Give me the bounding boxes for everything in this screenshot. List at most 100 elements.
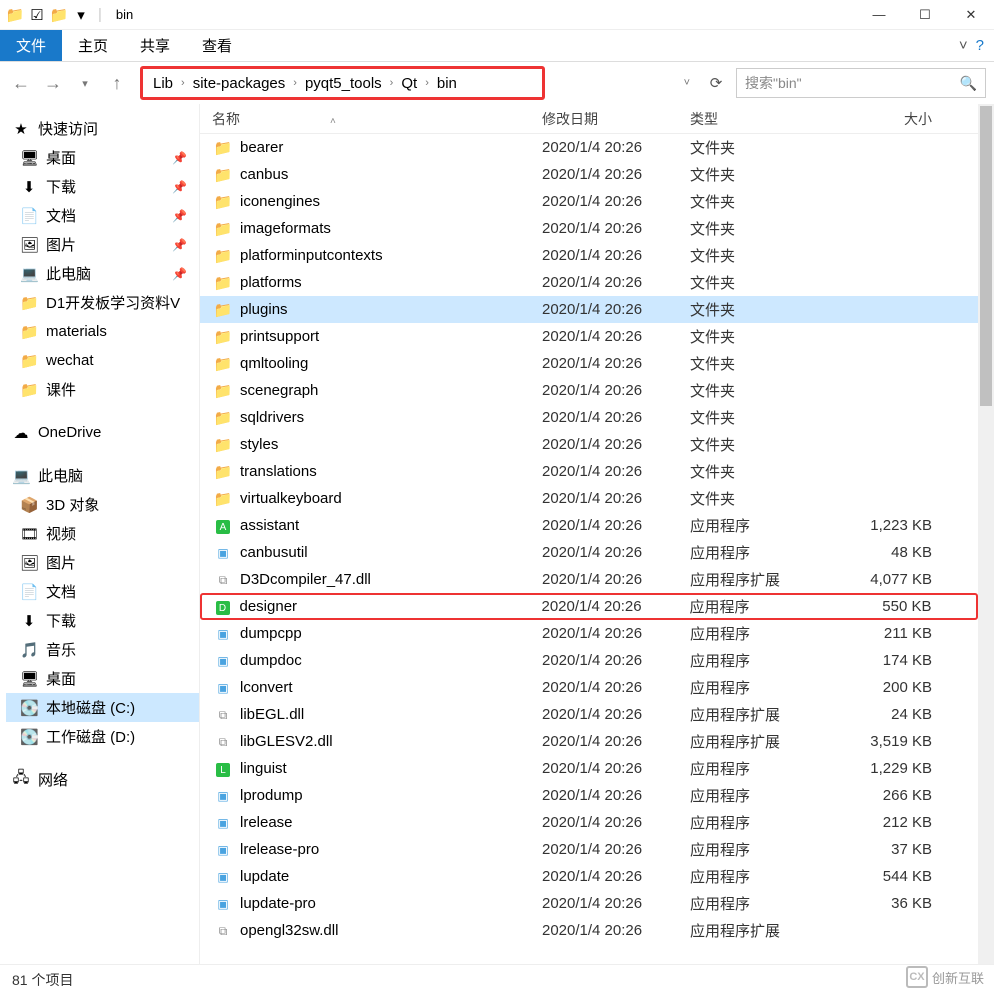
sidebar-item[interactable]: 📁materials	[6, 317, 199, 346]
sidebar-item[interactable]: 📄文档	[6, 577, 199, 606]
table-row[interactable]: ▣dumpdoc2020/1/4 20:26应用程序174 KB	[200, 647, 978, 674]
sidebar-item-icon: 📦	[20, 496, 38, 514]
sidebar-item-icon: ⬇	[20, 612, 38, 630]
qat-check-icon[interactable]: ☑	[28, 6, 46, 24]
sidebar-item[interactable]: 🖥桌面📌	[6, 143, 199, 172]
watermark: CX 创新互联	[906, 966, 984, 988]
sidebar-item[interactable]: 📦3D 对象	[6, 490, 199, 519]
sidebar-item-icon: 📁	[20, 294, 38, 312]
table-row[interactable]: ⧉libEGL.dll2020/1/4 20:26应用程序扩展24 KB	[200, 701, 978, 728]
col-date[interactable]: 修改日期	[542, 109, 690, 129]
back-button[interactable]: ←	[8, 73, 34, 94]
ribbon-expand-icon[interactable]: ˅	[959, 37, 968, 54]
breadcrumb-segment[interactable]: site-packages	[193, 75, 286, 92]
minimize-button[interactable]: —	[856, 0, 902, 30]
sidebar-item-icon: 🖥	[20, 149, 38, 167]
sidebar-item[interactable]: 🖼图片📌	[6, 230, 199, 259]
table-row[interactable]: 📁platforminputcontexts2020/1/4 20:26文件夹	[200, 242, 978, 269]
maximize-button[interactable]: ☐	[902, 0, 948, 30]
sidebar-item[interactable]: 🎞视频	[6, 519, 199, 548]
sidebar-item[interactable]: 💽本地磁盘 (C:)	[6, 693, 199, 722]
help-icon[interactable]: ?	[976, 37, 984, 54]
breadcrumb-segment[interactable]: bin	[437, 75, 457, 92]
sidebar-item[interactable]: 📁D1开发板学习资料V	[6, 288, 199, 317]
sidebar-item[interactable]: 🖼图片	[6, 548, 199, 577]
table-row[interactable]: 📁styles2020/1/4 20:26文件夹	[200, 431, 978, 458]
table-row[interactable]: ▣canbusutil2020/1/4 20:26应用程序48 KB	[200, 539, 978, 566]
sidebar-item[interactable]: 🖧网络	[6, 765, 199, 794]
sidebar-item[interactable]: 💻此电脑	[6, 461, 199, 490]
scrollbar[interactable]	[978, 104, 994, 964]
sidebar-item[interactable]: 📁课件	[6, 375, 199, 404]
sidebar-item[interactable]: ☁OneDrive	[6, 418, 199, 447]
sidebar-item-label: 下载	[46, 610, 76, 631]
col-size[interactable]: 大小	[842, 109, 932, 129]
qat-dropdown-icon[interactable]: ▾	[72, 6, 90, 24]
file-name: libEGL.dll	[240, 706, 542, 723]
breadcrumb-segment[interactable]: pyqt5_tools	[305, 75, 382, 92]
table-row[interactable]: 📁platforms2020/1/4 20:26文件夹	[200, 269, 978, 296]
table-row[interactable]: ⧉libGLESV2.dll2020/1/4 20:26应用程序扩展3,519 …	[200, 728, 978, 755]
table-row[interactable]: ▣lprodump2020/1/4 20:26应用程序266 KB	[200, 782, 978, 809]
table-row[interactable]: 📁printsupport2020/1/4 20:26文件夹	[200, 323, 978, 350]
table-row[interactable]: 📁virtualkeyboard2020/1/4 20:26文件夹	[200, 485, 978, 512]
sidebar-item-icon: 📁	[20, 352, 38, 370]
refresh-button[interactable]: ⟳	[702, 74, 730, 92]
sidebar-item[interactable]: ⬇ 下载	[6, 606, 199, 635]
table-row[interactable]: 📁iconengines2020/1/4 20:26文件夹	[200, 188, 978, 215]
table-row[interactable]: ▣lrelease-pro2020/1/4 20:26应用程序37 KB	[200, 836, 978, 863]
table-row[interactable]: 📁sqldrivers2020/1/4 20:26文件夹	[200, 404, 978, 431]
chevron-right-icon: ›	[181, 77, 185, 89]
table-row[interactable]: Aassistant2020/1/4 20:26应用程序1,223 KB	[200, 512, 978, 539]
breadcrumb[interactable]: Lib›site-packages›pyqt5_tools›Qt›bin	[140, 66, 545, 100]
folder-icon: 📁	[214, 302, 233, 319]
sidebar-item[interactable]: ★快速访问	[6, 114, 199, 143]
sidebar-item[interactable]: 📄文档📌	[6, 201, 199, 230]
table-row[interactable]: ▣lupdate-pro2020/1/4 20:26应用程序36 KB	[200, 890, 978, 917]
table-row[interactable]: 📁plugins2020/1/4 20:26文件夹	[200, 296, 978, 323]
table-row[interactable]: 📁bearer2020/1/4 20:26文件夹	[200, 134, 978, 161]
col-name[interactable]: 名称˄	[212, 109, 542, 129]
folder-icon: 📁	[214, 410, 233, 427]
table-row[interactable]: 📁scenegraph2020/1/4 20:26文件夹	[200, 377, 978, 404]
folder-icon: 📁	[214, 221, 233, 238]
file-name: imageformats	[240, 220, 542, 237]
close-button[interactable]: ✕	[948, 0, 994, 30]
file-name: iconengines	[240, 193, 542, 210]
qat-folder-icon[interactable]: 📁	[50, 6, 68, 24]
table-row[interactable]: ⧉D3Dcompiler_47.dll2020/1/4 20:26应用程序扩展4…	[200, 566, 978, 593]
table-row[interactable]: 📁imageformats2020/1/4 20:26文件夹	[200, 215, 978, 242]
sidebar-item[interactable]: 💽工作磁盘 (D:)	[6, 722, 199, 751]
tab-file[interactable]: 文件	[0, 30, 62, 61]
dll-icon: ⧉	[219, 735, 228, 749]
table-row[interactable]: ⧉opengl32sw.dll2020/1/4 20:26应用程序扩展	[200, 917, 978, 944]
table-row[interactable]: ▣lconvert2020/1/4 20:26应用程序200 KB	[200, 674, 978, 701]
table-row[interactable]: Ddesigner2020/1/4 20:26应用程序550 KB	[200, 593, 978, 620]
col-type[interactable]: 类型	[690, 109, 842, 129]
tab-home[interactable]: 主页	[62, 30, 124, 61]
sidebar-item[interactable]: ⬇下载📌	[6, 172, 199, 201]
table-row[interactable]: 📁qmltooling2020/1/4 20:26文件夹	[200, 350, 978, 377]
sidebar-item[interactable]: 🎵音乐	[6, 635, 199, 664]
sidebar-item[interactable]: 🖥桌面	[6, 664, 199, 693]
sidebar-item[interactable]: 💻此电脑📌	[6, 259, 199, 288]
table-row[interactable]: ▣lrelease2020/1/4 20:26应用程序212 KB	[200, 809, 978, 836]
table-row[interactable]: Llinguist2020/1/4 20:26应用程序1,229 KB	[200, 755, 978, 782]
scroll-thumb[interactable]	[980, 106, 992, 406]
table-row[interactable]: 📁canbus2020/1/4 20:26文件夹	[200, 161, 978, 188]
sidebar-item[interactable]: 📁wechat	[6, 346, 199, 375]
search-input[interactable]: 搜索"bin" 🔍	[736, 68, 986, 98]
table-row[interactable]: 📁translations2020/1/4 20:26文件夹	[200, 458, 978, 485]
file-type: 应用程序	[690, 677, 842, 698]
address-dropdown-icon[interactable]: ˅	[684, 77, 690, 89]
forward-button[interactable]: →	[40, 73, 66, 94]
up-button[interactable]: ↑	[104, 73, 130, 94]
folder-icon: 📁	[214, 383, 233, 400]
table-row[interactable]: ▣lupdate2020/1/4 20:26应用程序544 KB	[200, 863, 978, 890]
tab-share[interactable]: 共享	[124, 30, 186, 61]
breadcrumb-segment[interactable]: Lib	[153, 75, 173, 92]
history-dropdown-icon[interactable]: ▾	[72, 77, 98, 90]
breadcrumb-segment[interactable]: Qt	[401, 75, 417, 92]
table-row[interactable]: ▣dumpcpp2020/1/4 20:26应用程序211 KB	[200, 620, 978, 647]
tab-view[interactable]: 查看	[186, 30, 248, 61]
